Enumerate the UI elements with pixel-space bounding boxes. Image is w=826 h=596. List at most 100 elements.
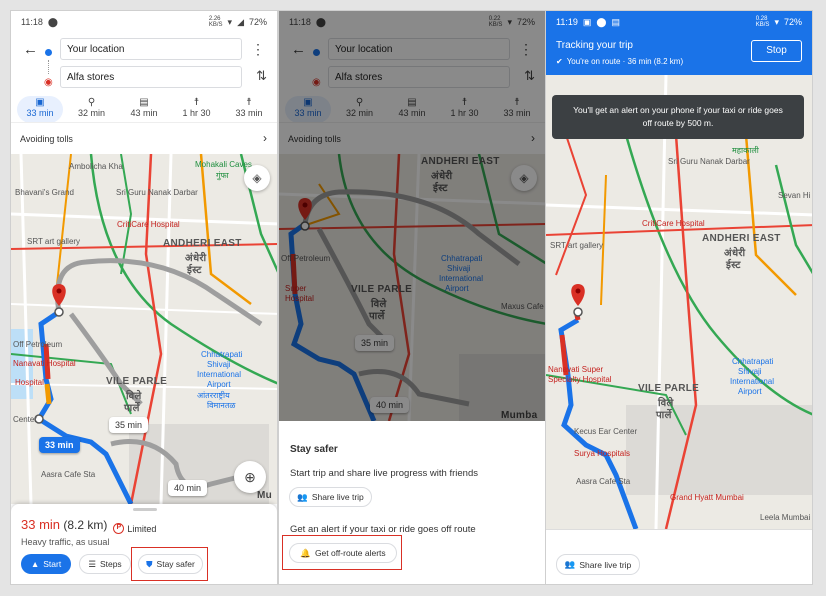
off-route-alert-toast: You'll get an alert on your phone if you… [552,95,804,139]
route-options-row[interactable]: Avoiding tolls › [279,122,545,154]
alt-route-time-bubble[interactable]: 40 min [370,397,410,413]
map-label: ANDHERI EAST [702,233,781,244]
start-button[interactable]: ▲ Start [21,554,71,574]
travel-mode-tabs: ▣ 33 min ⚲ 32 min ▤ 43 min ☨ 1 hr 30 ☨ 33 min [17,96,273,123]
map-label: Leela Mumbai [760,513,811,522]
screen-tracking-trip: 11:19 ▣ ⬤ ▤ 0.28 KB/S ▾ 72% Tracking your tri… [545,10,813,585]
destination-field[interactable]: Alfa stores [60,66,242,88]
limited-badge: P Limited [113,523,156,534]
map-label: Chhatrapati [201,350,243,359]
data-speed: 0.28 KB/S [755,16,770,28]
restricted-icon: P [113,523,125,534]
status-time: 11:18 [21,17,43,27]
map-label: Center [13,415,38,424]
route-time-bubble[interactable]: 33 min [39,437,80,453]
layers-icon[interactable]: ◈ [244,165,270,191]
more-options-icon[interactable]: ⋮ [251,41,265,58]
map[interactable]: Sri Guru Nanak Darbar CritiCare Hospital… [546,75,812,529]
map-roads [546,75,812,529]
origin-dot-icon [313,49,320,56]
map-label: Mumba [501,410,538,421]
mode-time: 43 min [398,108,426,118]
destination-pin-icon: ◉ [312,77,321,88]
my-location-icon[interactable]: ⊕ [234,461,266,493]
wifi-icon: ▾ [507,16,512,27]
limited-text: Limited [127,523,157,534]
battery-text: 72% [783,17,802,27]
map-label: Ambolicha Kha [69,162,123,171]
share-live-trip-button[interactable]: 👥 Share live trip [556,554,640,575]
map-label: Surya Hospitals [574,449,631,458]
destination-field[interactable]: Alfa stores [328,66,510,88]
mode-time: 43 min [130,108,158,118]
share-live-trip-button[interactable]: 👥 Share live trip [289,487,372,507]
mode-tab-transit[interactable]: ▤ 43 min [120,96,168,123]
mode-tab-walk[interactable]: ☨ 1 hr 30 [173,96,221,123]
map-label: Sri Guru Nanak Darbar [116,188,198,197]
map-label: Super [285,284,307,293]
map-label: Aasra Cafe Sta [41,470,96,479]
back-arrow-icon[interactable]: ← [291,41,306,58]
back-arrow-icon[interactable]: ← [23,41,38,58]
mode-tab-drive[interactable]: ▣ 33 min [17,96,63,123]
data-speed: 0.22 KB/S [488,16,503,28]
map-label: Sevan Hi [778,191,811,200]
alert-description: Get an alert if your taxi or ride goes o… [290,524,476,535]
map[interactable]: ANDHERI EAST अंधेरी ईस्ट VILE PARLE विले… [279,154,545,421]
mode-tab-motorbike[interactable]: ⚲ 32 min [68,96,116,123]
map-label: Hospital [15,378,44,387]
map[interactable]: Ambolicha Kha Mohakali Caves गुंफा Bhava… [11,154,277,504]
alt-route-time-bubble[interactable]: 40 min [168,480,208,496]
map-label: पार्ले [369,311,385,322]
transit-icon: ▤ [407,97,417,108]
map-label: CritiCare Hospital [642,219,705,228]
list-icon: ☰ [88,558,96,569]
map-label: ईस्ट [433,183,448,194]
swap-icon[interactable]: ⇅ [256,68,267,84]
map-label: Bhavani's Grand [15,188,74,197]
layers-icon[interactable]: ◈ [511,165,537,191]
map-label: Shivaji [207,360,231,369]
mode-tab-transit[interactable]: ▤ 43 min [388,96,436,123]
more-options-icon[interactable]: ⋮ [519,41,533,58]
mode-tab-drive[interactable]: ▣ 33 min [285,96,331,123]
wifi-icon: ▾ [774,16,779,27]
mode-tab-ride[interactable]: ☨ 33 min [493,96,541,123]
mode-tab-ride[interactable]: ☨ 33 min [225,96,273,123]
travel-mode-tabs: ▣ 33 min ⚲ 32 min ▤ 43 min ☨ 1 hr 30 ☨ 33 min [285,96,541,123]
map-label: विमानतळ [207,401,236,410]
origin-field[interactable]: Your location [60,38,242,60]
origin-field[interactable]: Your location [328,38,510,60]
route-options-row[interactable]: Avoiding tolls › [11,122,277,154]
map-label: International [197,370,242,379]
mode-time: 1 hr 30 [450,108,479,118]
mode-time: 33 min [294,108,322,118]
alt-route-time-bubble[interactable]: 35 min [355,335,395,351]
check-circle-icon: ✔ [556,57,563,66]
steps-button[interactable]: ☰ Steps [79,554,131,574]
swap-icon[interactable]: ⇅ [524,68,535,84]
map-label: गुंफा [216,171,229,180]
mode-time: 1 hr 30 [182,108,211,118]
stop-button[interactable]: Stop [751,40,802,62]
chevron-right-icon: › [531,131,535,145]
map-label: Nanavati Super [548,365,604,374]
status-bar: 11:18 ⬤ 2.26 KB/S ▾ ◢ 72% [11,11,277,33]
map-label: Off Petroleum [13,340,63,349]
directions-header: ← ◉ Your location Alfa stores ⋮ ⇅ ▣ 33 mi… [11,33,277,133]
map-label: Nanavati Hospital [13,359,76,368]
motorbike-icon: ⚲ [87,97,96,108]
mode-time: 32 min [345,108,373,118]
mode-tab-motorbike[interactable]: ⚲ 32 min [336,96,384,123]
motorbike-icon: ⚲ [355,97,364,108]
mode-tab-walk[interactable]: ☨ 1 hr 30 [441,96,489,123]
mode-time: 33 min [235,108,263,118]
destination-pin-icon: ◉ [44,77,53,88]
navigation-arrow-icon: ▲ [30,559,40,569]
steps-label: Steps [99,559,122,569]
map-label: Grand Hyatt Mumbai [670,493,744,502]
screen-stay-safer: 11:18 ⬤ 0.22 KB/S ▾ 72% ← ◉ Your location A… [278,10,546,585]
route-summary-sheet: 33 min (8.2 km) P Limited Heavy traffic, a… [11,504,277,584]
drag-handle[interactable] [133,508,157,511]
alt-route-time-bubble[interactable]: 35 min [109,417,149,433]
